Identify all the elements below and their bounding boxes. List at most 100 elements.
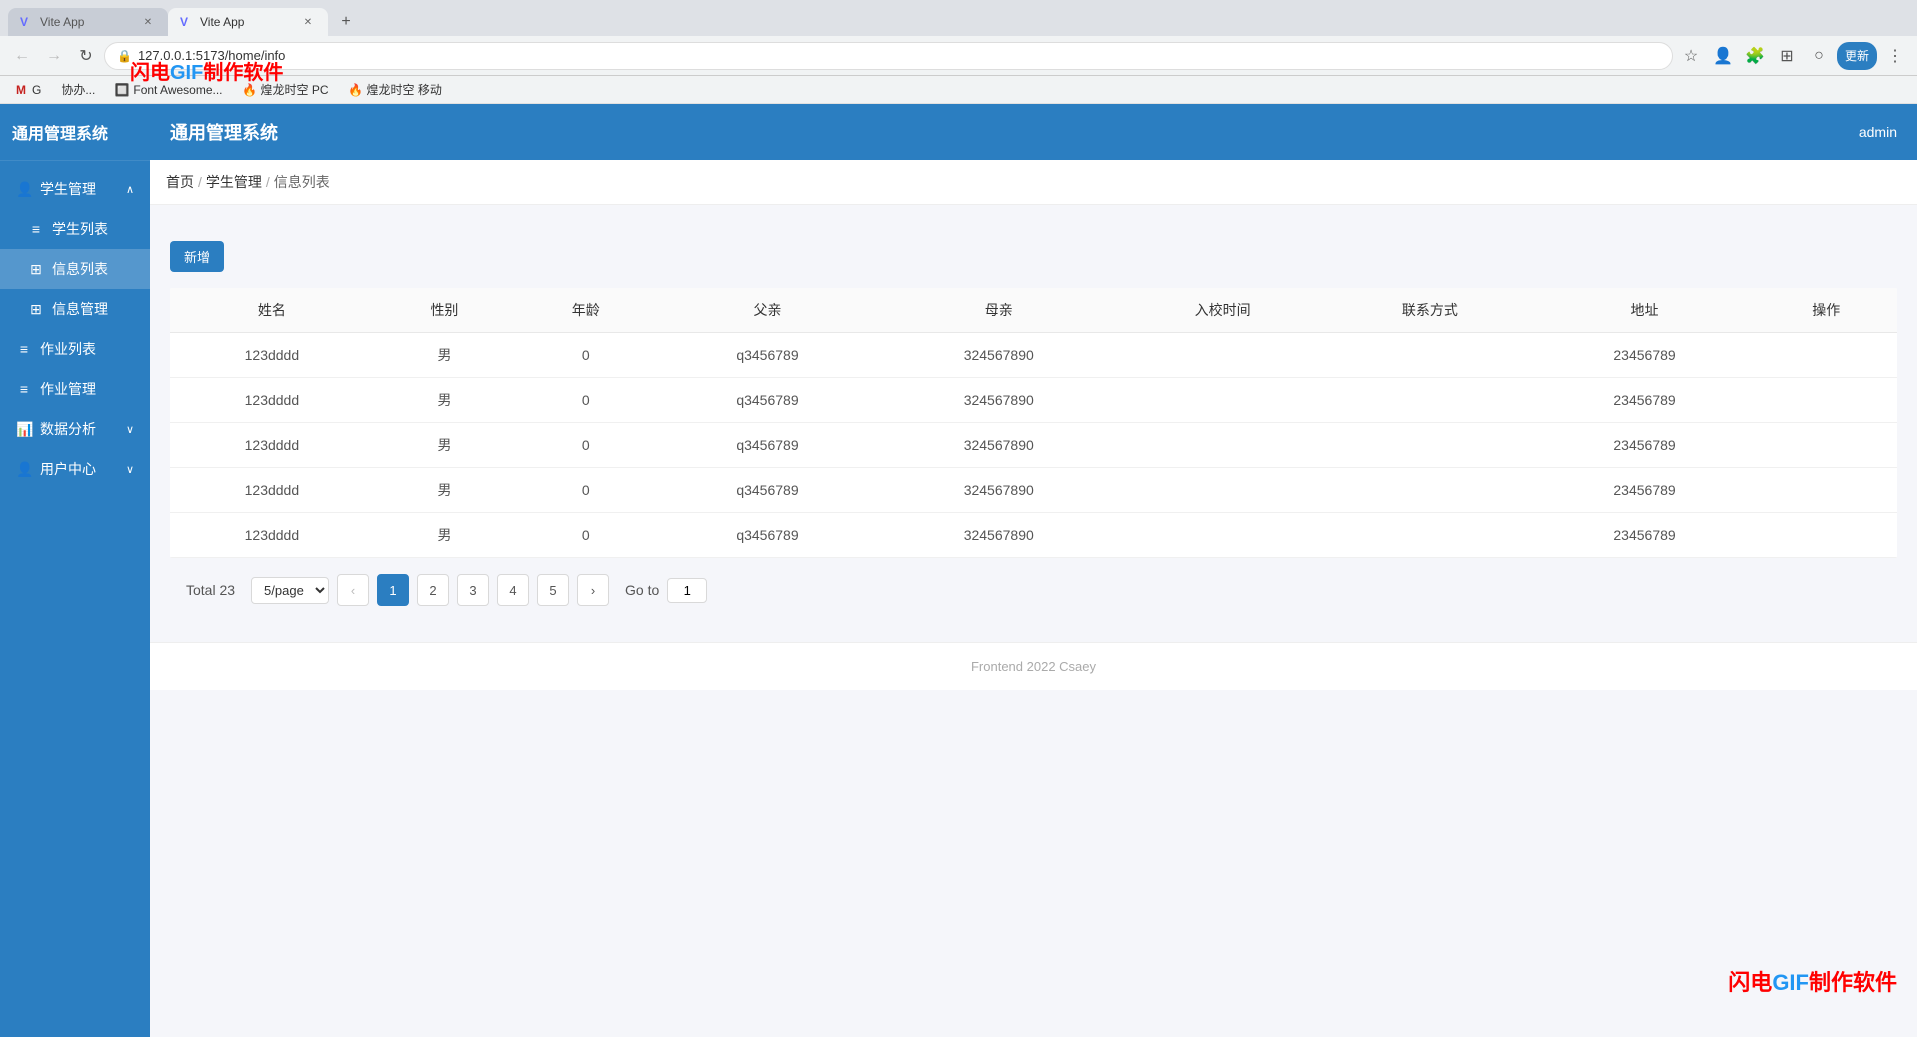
bookmark-pc[interactable]: 🔥 煌龙时空 PC [237,79,335,100]
cell-row0-col1: 男 [374,333,515,378]
cell-row0-col2: 0 [515,333,656,378]
pc-favicon: 🔥 [243,83,257,97]
student-list-label: 学生列表 [52,219,108,239]
update-button[interactable]: 更新 [1837,42,1877,70]
page-btn-4[interactable]: 4 [497,574,529,606]
breadcrumb-sep-1: / [198,174,202,190]
table-body: 123dddd男0q345678932456789023456789123ddd… [170,333,1897,558]
bookmark-gmail[interactable]: M G [8,81,47,99]
cell-row4-col4: 324567890 [879,513,1119,558]
analysis-icon: 📊 [16,421,32,438]
cell-row3-col2: 0 [515,468,656,513]
info-manage-label: 信息管理 [52,299,108,319]
cell-row0-col8[interactable] [1756,333,1897,378]
prev-page-button[interactable]: ‹ [337,574,369,606]
cell-row0-col4: 324567890 [879,333,1119,378]
address-bar[interactable]: 🔒 127.0.0.1:5173/home/info [104,42,1673,70]
goto-input[interactable]: 1 [667,578,707,603]
menu-button[interactable]: ⋮ [1881,42,1909,70]
cell-row1-col5 [1119,378,1326,423]
sidebar-item-info-list[interactable]: ⊞ 信息列表 [0,249,150,289]
bookmark-xieban[interactable]: 协办... [55,79,101,100]
page-size-select[interactable]: 5/page [251,577,329,604]
grid-icon[interactable]: ⊞ [1773,42,1801,70]
bookmark-mobile[interactable]: 🔥 煌龙时空 移动 [343,79,448,100]
cell-row4-col8[interactable] [1756,513,1897,558]
app-body: 通用管理系统 👤 学生管理 ∧ ≡ 学生列表 ⊞ 信息列表 [0,104,1917,1037]
back-button[interactable]: ← [8,42,36,70]
info-manage-icon: ⊞ [28,301,44,318]
cell-row2-col6 [1326,423,1533,468]
tab2-close[interactable]: ✕ [300,14,316,30]
col-contact: 联系方式 [1326,288,1533,333]
cell-row4-col6 [1326,513,1533,558]
page-btn-1[interactable]: 1 [377,574,409,606]
cell-row3-col1: 男 [374,468,515,513]
app-header: 通用管理系统 admin [150,104,1917,160]
homework-list-label: 作业列表 [40,339,96,359]
sidebar-homework-list-header[interactable]: ≡ 作业列表 [0,329,150,369]
sidebar-item-student-list[interactable]: ≡ 学生列表 [0,209,150,249]
main-content: 首页 / 学生管理 / 信息列表 新增 姓名 [150,160,1917,1037]
tab1-favicon: V [20,15,34,29]
cell-row1-col4: 324567890 [879,378,1119,423]
cell-row0-col7: 23456789 [1533,333,1755,378]
cell-row2-col3: q3456789 [656,423,878,468]
browser-tab-2[interactable]: V Vite App ✕ [168,8,328,36]
homework-manage-label: 作业管理 [40,379,96,399]
page-btn-5[interactable]: 5 [537,574,569,606]
new-tab-button[interactable]: + [332,8,360,36]
sidebar-menu: 👤 学生管理 ∧ ≡ 学生列表 ⊞ 信息列表 ⊞ 信息管理 [0,161,150,1037]
profile-circle[interactable]: ○ [1805,42,1833,70]
homework-list-icon: ≡ [16,341,32,357]
cell-row3-col6 [1326,468,1533,513]
extension-icon[interactable]: 🧩 [1741,42,1769,70]
app-header-title: 通用管理系统 [170,119,278,145]
sidebar-user-center-header[interactable]: 👤 用户中心 ∨ [0,449,150,489]
cell-row0-col6 [1326,333,1533,378]
sidebar-group-student-header[interactable]: 👤 学生管理 ∧ [0,169,150,209]
profile-icon[interactable]: 👤 [1709,42,1737,70]
bookmark-pc-label: 煌龙时空 PC [261,81,329,98]
app-header-user: admin [1859,124,1897,140]
page-btn-3[interactable]: 3 [457,574,489,606]
sidebar-group-homework-list: ≡ 作业列表 [0,329,150,369]
sidebar-analysis-header[interactable]: 📊 数据分析 ∨ [0,409,150,449]
user-center-chevron: ∨ [126,463,134,476]
address-text: 127.0.0.1:5173/home/info [138,48,1660,63]
cell-row2-col8[interactable] [1756,423,1897,468]
cell-row3-col8[interactable] [1756,468,1897,513]
student-info-table-container: 姓名 性别 年龄 父亲 母亲 入校时间 联系方式 地址 操作 [170,288,1897,558]
breadcrumb-student[interactable]: 学生管理 [206,172,262,192]
browser-tab-bar: V Vite App ✕ V Vite App ✕ + [0,0,1917,36]
tab1-close[interactable]: ✕ [140,14,156,30]
new-button[interactable]: 新增 [170,241,224,272]
col-mother: 母亲 [879,288,1119,333]
tab1-title: Vite App [40,15,134,29]
bookmark-fontawesome[interactable]: 🔲 Font Awesome... [109,81,228,99]
forward-button[interactable]: → [40,42,68,70]
cell-row3-col3: q3456789 [656,468,878,513]
gmail-icon: M [14,83,28,97]
breadcrumb-home[interactable]: 首页 [166,172,194,192]
student-group-icon: 👤 [16,181,32,198]
bookmark-star[interactable]: ☆ [1677,42,1705,70]
cell-row1-col1: 男 [374,378,515,423]
lock-icon: 🔒 [117,49,132,63]
browser-tab-1[interactable]: V Vite App ✕ [8,8,168,36]
sidebar-item-info-manage[interactable]: ⊞ 信息管理 [0,289,150,329]
sidebar-homework-manage-header[interactable]: ≡ 作业管理 [0,369,150,409]
bookmark-fontawesome-label: Font Awesome... [133,83,222,97]
info-list-label: 信息列表 [52,259,108,279]
page-btn-2[interactable]: 2 [417,574,449,606]
reload-button[interactable]: ↻ [72,42,100,70]
cell-row1-col3: q3456789 [656,378,878,423]
cell-row1-col8[interactable] [1756,378,1897,423]
toolbar-right: ☆ 👤 🧩 ⊞ ○ 更新 ⋮ [1677,42,1909,70]
col-gender: 性别 [374,288,515,333]
next-page-button[interactable]: › [577,574,609,606]
browser-bookmarks: M G 协办... 🔲 Font Awesome... 🔥 煌龙时空 PC 🔥 … [0,76,1917,104]
student-list-icon: ≡ [28,221,44,237]
cell-row3-col5 [1119,468,1326,513]
table-row: 123dddd男0q345678932456789023456789 [170,333,1897,378]
